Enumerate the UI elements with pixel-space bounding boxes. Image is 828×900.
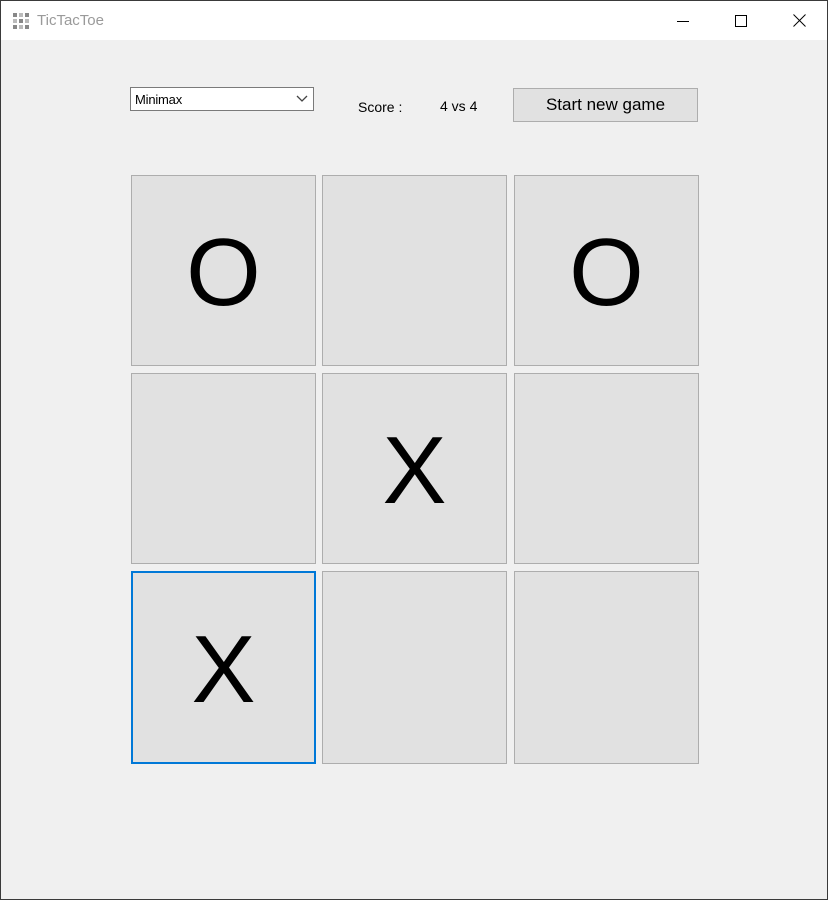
minimize-icon — [677, 20, 689, 22]
title-bar[interactable]: TicTacToe — [1, 1, 827, 40]
maximize-icon — [735, 14, 747, 27]
algorithm-selected-value: Minimax — [135, 92, 182, 107]
close-icon — [792, 14, 806, 27]
main-window: TicTacToe Minimax Score : 4 vs 4 Start n… — [0, 0, 828, 900]
window-title: TicTacToe — [37, 12, 104, 29]
board-cell-6[interactable]: X — [131, 571, 316, 764]
cell-mark: O — [186, 218, 261, 326]
score-label: Score : — [358, 99, 403, 115]
start-new-game-button[interactable]: Start new game — [513, 88, 698, 122]
grid-app-icon — [13, 13, 29, 29]
cell-mark: O — [569, 218, 644, 326]
cell-mark: X — [191, 615, 256, 723]
board-cell-4[interactable]: X — [322, 373, 507, 564]
minimize-button[interactable] — [654, 1, 712, 40]
board-cell-7[interactable] — [322, 571, 507, 764]
board-cell-8[interactable] — [514, 571, 699, 764]
board-cell-1[interactable] — [322, 175, 507, 366]
board-cell-0[interactable]: O — [131, 175, 316, 366]
algorithm-dropdown[interactable]: Minimax — [130, 87, 314, 111]
close-button[interactable] — [770, 1, 827, 40]
board-cell-3[interactable] — [131, 373, 316, 564]
board-cell-5[interactable] — [514, 373, 699, 564]
board-cell-2[interactable]: O — [514, 175, 699, 366]
cell-mark: X — [382, 416, 447, 524]
maximize-button[interactable] — [712, 1, 770, 40]
chevron-down-icon — [296, 95, 308, 102]
score-value: 4 vs 4 — [440, 98, 478, 114]
